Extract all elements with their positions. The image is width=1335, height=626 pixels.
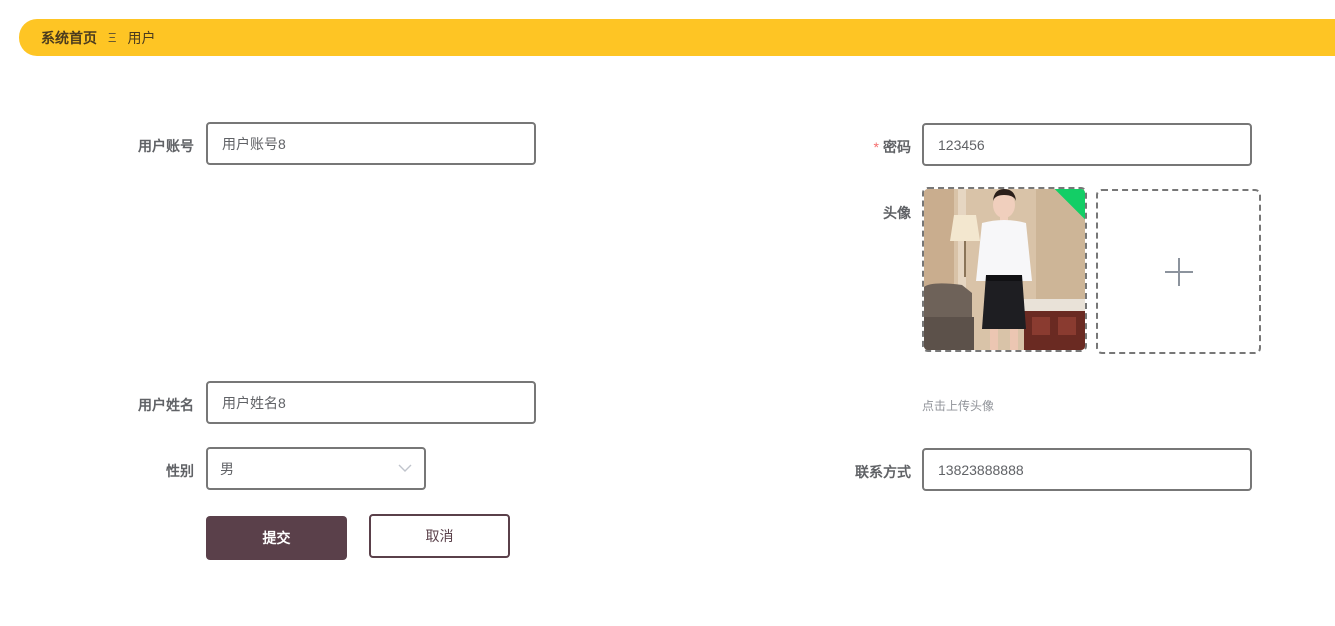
account-label: 用户账号 [138, 138, 194, 154]
breadcrumb-home-link[interactable]: 系统首页 [41, 28, 97, 48]
breadcrumb-current: 用户 [127, 29, 156, 46]
name-label: 用户姓名 [138, 397, 194, 413]
required-mark: * [873, 139, 879, 155]
submit-button[interactable]: 提交 [206, 516, 347, 560]
gender-label: 性别 [166, 463, 194, 479]
avatar-image [924, 189, 1085, 350]
gender-select-value: 男 [220, 460, 234, 477]
account-input[interactable] [206, 122, 536, 165]
phone-input[interactable] [922, 448, 1252, 491]
cancel-button[interactable]: 取消 [369, 514, 510, 558]
avatar-label: 头像 [883, 205, 911, 221]
avatar-upload-button[interactable] [1096, 189, 1261, 354]
avatar-preview[interactable] [922, 187, 1087, 352]
phone-label: 联系方式 [855, 464, 911, 480]
name-input[interactable] [206, 381, 536, 424]
plus-icon [1164, 257, 1193, 286]
password-label-text: 密码 [883, 139, 911, 155]
user-edit-page: 系统首页 Ξ 用户 用户账号 *密码 头像 [0, 0, 1335, 626]
gender-select[interactable]: 男 [206, 447, 426, 490]
chevron-down-icon [398, 464, 412, 472]
password-label: * 密码 [840, 137, 911, 157]
password-input[interactable] [922, 123, 1252, 166]
breadcrumb: 系统首页 Ξ 用户 [19, 19, 1335, 56]
menu-icon: Ξ [108, 30, 117, 45]
avatar-upload-hint: 点击上传头像 [922, 399, 995, 413]
